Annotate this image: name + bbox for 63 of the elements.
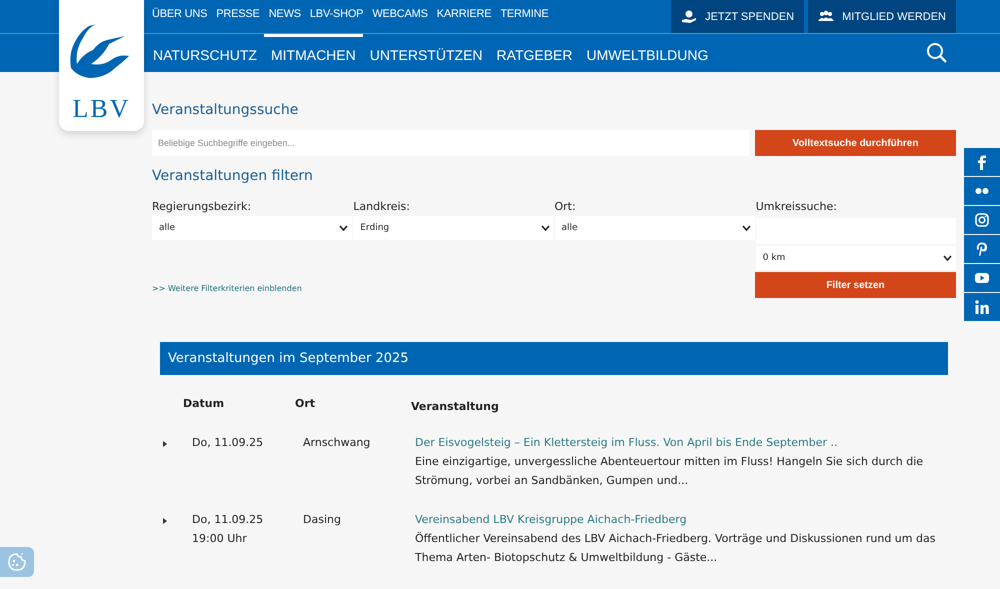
main-nav-link[interactable]: NATURSCHUTZ <box>146 34 264 72</box>
event-title-link[interactable]: Der Eisvogelsteig – Ein Klettersteig im Fluss. Von April bis Ende September .. <box>415 433 838 452</box>
event-description: Eine einzigartige, unvergessliche Abenteuertour mitten im Fluss! Hangeln Sie sich durch die Strömung, vorbei an Sandbänken, Gumpen und... <box>415 454 924 489</box>
expand-arrow-icon[interactable] <box>163 441 167 447</box>
top-nav-link[interactable]: PRESSE <box>216 8 260 20</box>
social-link[interactable] <box>964 235 1000 263</box>
caret-icon <box>540 225 550 231</box>
column-header: Veranstaltung <box>411 400 499 413</box>
dropdown[interactable]: 0 km <box>756 246 956 270</box>
caret-icon <box>943 255 952 261</box>
top-nav-link[interactable]: LBV-SHOP <box>310 8 364 20</box>
event-place: Arnschwang <box>302 435 370 451</box>
main-nav-link[interactable]: MITMACHEN <box>264 34 363 72</box>
event-place: Dasing <box>302 512 341 528</box>
filter-button[interactable]: Filter setzen <box>755 272 956 298</box>
main-nav-link[interactable]: UNTERSTÜTZEN <box>362 34 490 72</box>
field-label: Ort: <box>554 200 576 213</box>
fulltext-search-button[interactable]: Volltextsuche durchführen <box>755 130 956 156</box>
dropdown[interactable]: alle <box>554 216 755 240</box>
linkedin-icon <box>974 299 990 315</box>
section-heading: Veranstaltungen filtern <box>152 168 314 184</box>
social-link[interactable] <box>964 177 1000 205</box>
top-nav-link[interactable]: KARRIERE <box>436 8 492 20</box>
field-label: Umkreissuche: <box>756 200 837 213</box>
top-nav-link[interactable]: NEWS <box>268 8 301 20</box>
social-link[interactable] <box>964 148 1000 176</box>
search-icon[interactable] <box>926 42 948 64</box>
column-header: Datum <box>183 397 224 412</box>
social-link[interactable] <box>964 264 1000 292</box>
logo-text: LBV <box>72 94 130 124</box>
camera-icon <box>974 212 990 228</box>
field-label: Landkreis: <box>353 200 410 213</box>
social-link[interactable] <box>964 293 1000 321</box>
top-nav-link[interactable]: ÜBER UNS <box>152 8 208 20</box>
event-date: Do, 11.09.25 <box>192 512 264 528</box>
dropdown[interactable]: alle <box>152 216 352 240</box>
more-filters-link[interactable]: >> Weitere Filterkriterien einblenden <box>152 284 302 293</box>
play-icon <box>974 270 990 286</box>
main-nav-link[interactable]: RATGEBER <box>490 34 580 72</box>
dropdown[interactable]: Erding <box>353 216 554 240</box>
header-button[interactable]: JETZT SPENDEN <box>671 0 804 33</box>
field-label: Regierungsbezirk: <box>152 200 252 213</box>
caret-icon <box>742 225 751 231</box>
event-date: Do, 11.09.25 <box>192 435 264 451</box>
header-button[interactable]: MITGLIED WERDEN <box>808 0 956 33</box>
expand-arrow-icon[interactable] <box>163 518 167 524</box>
pin-icon <box>974 241 990 257</box>
top-nav-link[interactable]: TERMINE <box>500 8 548 20</box>
events-heading: Veranstaltungen im September 2025 <box>160 342 948 375</box>
people-icon <box>818 10 834 24</box>
caret-icon <box>339 225 348 231</box>
event-title-link[interactable]: Vereinsabend LBV Kreisgruppe Aichach-Friedberg <box>415 510 687 529</box>
top-nav-link[interactable]: WEBCAMS <box>372 8 428 20</box>
section-heading: Veranstaltungssuche <box>152 102 300 118</box>
social-link[interactable] <box>964 206 1000 234</box>
event-description: Öffentlicher Vereinsabend des LBV Aichach-Friedberg. Vorträge und Diskussionen rund um das Thema Arten- Biotopschutz & Umweltbildung - Gäste... <box>415 531 936 566</box>
cookie-icon <box>7 552 27 572</box>
logo-card[interactable]: LBV <box>59 0 144 131</box>
column-header: Ort <box>295 397 316 412</box>
main-nav-link[interactable]: UMWELTBILDUNG <box>580 34 716 72</box>
hand-coin-icon <box>681 10 698 24</box>
event-time: 19:00 Uhr <box>192 531 247 547</box>
search-field[interactable]: Beliebige Suchbegriffe eingeben... <box>152 130 749 156</box>
